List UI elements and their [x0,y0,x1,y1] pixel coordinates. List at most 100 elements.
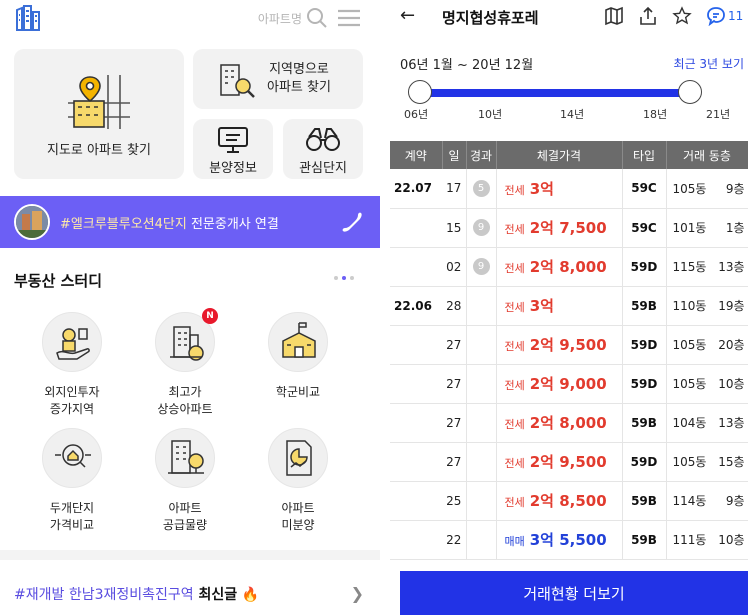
favorites-tile[interactable]: 관심단지 [283,119,363,179]
floor-number: 19층 [718,299,745,313]
deal-kind: 전세 [504,496,525,509]
search-placeholder[interactable]: 아파트명 [258,10,302,27]
deal-price: 3억 [529,297,554,315]
deal-price: 2억 9,500 [529,336,607,354]
chat-count[interactable]: 11 [728,9,743,23]
pagination-dot-active[interactable] [342,276,346,280]
table-row[interactable]: 22.06 28 전세 3억 59B 110동 19층 [390,286,748,326]
price-cell: 전세 2억 8,500 [496,481,623,521]
dong-floor-cell: 110동 19층 [666,286,748,326]
period-slider-start-handle[interactable] [408,80,432,104]
pagination-dot[interactable] [334,276,338,280]
table-row[interactable]: 27 전세 2억 8,000 59B 104동 13층 [390,403,748,443]
map-icon[interactable] [604,6,624,26]
study-item-outside-investor[interactable]: 외지인투자 증가지역 [17,312,127,432]
study-item-supply-volume[interactable]: 아파트 공급물량 [130,428,240,548]
column-header[interactable]: 경과 [466,141,497,169]
chat-icon[interactable] [706,6,726,26]
study-label: 아파트 미분양 [281,501,315,532]
dong-floor-cell: 105동 9층 [666,169,748,209]
slider-tick: 21년 [706,108,731,121]
home-header: 아파트명 [0,0,380,36]
deal-kind: 전세 [504,379,525,392]
unit-type: 59D [622,325,667,365]
building-magnifier-icon [220,64,255,98]
news-latest-label: 최신글 [193,587,238,603]
study-item-unsold[interactable]: 아파트 미분양 [243,428,353,548]
contract-day: 22 [442,520,467,560]
dong-number: 115동 [672,260,707,274]
investor-hand-icon [42,312,102,372]
floor-number: 20층 [718,338,745,352]
hamburger-menu-icon[interactable] [336,7,362,29]
table-row[interactable]: 02 9 전세 2억 8,000 59D 115동 13층 [390,247,748,287]
column-header[interactable]: 계약 [390,141,443,169]
study-label: 두개단지 가격비교 [49,501,95,532]
monitor-icon [218,127,248,153]
agent-connect-banner[interactable]: #엘크루블루오션4단지 전문중개사 연결 [0,196,380,248]
period-range: 06년 1월 ~ 20년 12월 [400,58,534,73]
study-item-top-rising[interactable]: N 최고가 상승아파트 [130,308,240,432]
latest-post-link[interactable]: #재개발 한남3재정비촉진구역 최신글 🔥 [14,584,259,604]
column-header[interactable]: 체결가격 [496,141,623,169]
table-row[interactable]: 22.07 17 5 전세 3억 59C 105동 9층 [390,169,748,209]
map-search-label: 지도로 아파트 찾기 [47,143,151,158]
chevron-right-icon[interactable]: ❯ [351,584,364,603]
contract-month [390,481,442,521]
recent-3-years-link[interactable]: 최근 3년 보기 [674,55,744,72]
unit-type: 59D [622,442,667,482]
search-bar[interactable]: 아파트명 [258,6,362,30]
column-header[interactable]: 거래 동층 [666,141,748,169]
table-row[interactable]: 27 전세 2억 9,500 59D 105동 20층 [390,325,748,365]
price-cell: 전세 3억 [496,286,623,326]
price-cell: 전세 2억 9,500 [496,325,623,365]
contract-month: 22.07 [390,169,442,209]
table-header-row: 계약 일 경과 체결가격 타입 거래 동층 [390,141,748,169]
more-transactions-button[interactable]: 거래현황 더보기 [400,571,748,615]
table-row[interactable]: 15 9 전세 2억 7,500 59C 101동 1층 [390,208,748,248]
app-logo-icon[interactable] [14,4,42,32]
dong-number: 101동 [672,221,707,235]
binoculars-icon [306,128,340,151]
price-cell: 전세 2억 8,000 [496,403,623,443]
unit-type: 59B [622,403,667,443]
table-row[interactable]: 27 전세 2억 9,500 59D 105동 15층 [390,442,748,482]
section-divider [0,550,380,560]
price-cell: 매매 3억 5,500 [496,520,623,560]
column-header[interactable]: 타입 [622,141,667,169]
back-arrow-icon[interactable]: ← [400,5,415,26]
period-slider-end-handle[interactable] [678,80,702,104]
study-item-school-district[interactable]: 학군비교 [243,312,353,432]
agent-connect-text: #엘크루블루오션4단지 전문중개사 연결 [60,213,279,232]
share-icon[interactable] [638,6,658,26]
study-label: 학군비교 [275,385,321,399]
table-row[interactable]: 22 매매 3억 5,500 59B 111동 10층 [390,520,748,560]
apartment-tree-icon [155,428,215,488]
period-slider-track[interactable] [414,89,696,97]
unit-type: 59D [622,364,667,404]
presale-info-tile[interactable]: 분양정보 [193,119,273,179]
contract-day: 27 [442,442,467,482]
detail-header: ← 명지협성휴포레 11 [390,0,748,34]
star-icon[interactable] [672,6,692,26]
deal-kind: 전세 [504,183,525,197]
phone-call-icon[interactable] [340,210,364,234]
map-search-tile[interactable]: 지도로 아파트 찾기 [14,49,184,179]
contract-month [390,325,442,365]
price-cell: 전세 2억 8,000 [496,247,623,287]
deal-kind: 매매 [504,535,525,548]
study-item-two-complex-compare[interactable]: 두개단지 가격비교 [17,428,127,548]
deal-kind: 전세 [504,457,525,470]
pagination-dot[interactable] [350,276,354,280]
deal-kind: 전세 [504,223,525,236]
table-row[interactable]: 27 전세 2억 9,000 59D 105동 10층 [390,364,748,404]
header-actions: 11 [604,6,743,26]
search-icon[interactable] [306,7,328,29]
school-icon [268,312,328,372]
elapsed-cell: 5 [466,169,497,209]
table-row[interactable]: 25 전세 2억 8,500 59B 114동 9층 [390,481,748,521]
contract-day: 27 [442,325,467,365]
column-header[interactable]: 일 [442,141,467,169]
region-search-tile[interactable]: 지역명으로 아파트 찾기 [193,49,363,109]
contract-month [390,442,442,482]
